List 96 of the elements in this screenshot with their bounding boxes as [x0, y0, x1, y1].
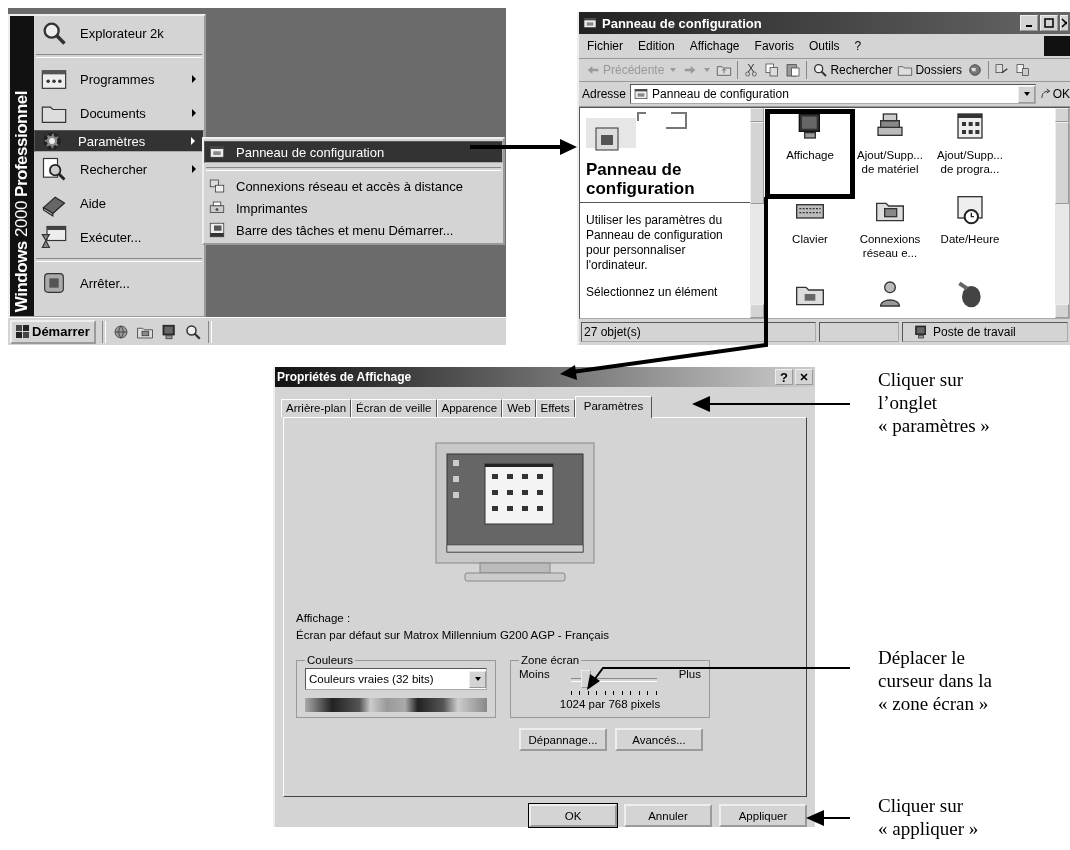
menu-item[interactable]: Aide [34, 186, 204, 220]
copy-to-icon[interactable] [1015, 62, 1032, 78]
caret-icon [473, 675, 482, 683]
control-panel-item[interactable]: Ajout/Supp... de matériel [850, 110, 930, 194]
window-title: Propriétés de Affichage [277, 370, 413, 384]
slider-min-label: Moins [519, 668, 550, 680]
search-icon [40, 155, 68, 183]
menu-item[interactable]: ? [854, 39, 862, 53]
close-icon [799, 372, 809, 382]
control-panel-item[interactable]: Affichage [770, 110, 850, 194]
sidebar-heading: Panneau de configuration [586, 160, 696, 198]
window-icon [582, 15, 598, 31]
menu-item[interactable]: Outils [808, 39, 840, 53]
menu-item[interactable]: Panneau de configuration [204, 141, 503, 163]
scissors-icon[interactable] [743, 62, 760, 78]
sidebar-text: Sélectionnez un élément [586, 285, 719, 300]
window-icon [40, 223, 68, 251]
scrollbar[interactable] [1055, 108, 1069, 318]
dropdown-button[interactable] [469, 670, 486, 688]
taskbar-icon [208, 221, 226, 239]
display-label: Affichage : [296, 611, 352, 626]
window-title: Panneau de configuration [602, 15, 763, 31]
paste-icon[interactable] [785, 62, 802, 78]
maximize-icon [1044, 18, 1054, 28]
scrollbar[interactable] [750, 108, 764, 318]
instruction-text: Cliquer sur l’onglet « paramètres » [878, 368, 991, 437]
group-label: Zone écran [520, 654, 581, 666]
menu-item[interactable]: Explorateur 2k [34, 16, 204, 50]
address-label: Adresse [582, 87, 627, 101]
menu-banner: Windows 2000 Professionnel [10, 16, 34, 316]
menu-item[interactable]: Paramètres [34, 130, 204, 152]
minimize-button[interactable] [1020, 15, 1038, 31]
computer-icon [913, 324, 929, 340]
dialog-button[interactable]: Avancés... [615, 728, 703, 751]
start-button[interactable]: Démarrer [10, 319, 96, 344]
menu-item[interactable]: Affichage [689, 39, 740, 53]
menu-item[interactable]: Fichier [587, 39, 623, 53]
menu-item[interactable]: Documents [34, 96, 204, 130]
menu-item[interactable]: Exécuter... [34, 220, 204, 254]
magnifier-icon [812, 62, 829, 78]
slider-max-label: Plus [678, 668, 701, 680]
search-button[interactable]: Rechercher [812, 62, 893, 78]
close-icon [1061, 18, 1067, 28]
control-panel-item[interactable]: Ajout/Supp... de progra... [930, 110, 1010, 194]
menu-item[interactable]: Edition [638, 39, 675, 53]
menu-item[interactable]: Connexions réseau et accès à distance [204, 175, 503, 197]
minimize-icon [1026, 25, 1032, 27]
help-button[interactable]: ? [775, 369, 793, 385]
window-icon [208, 143, 226, 161]
instruction-text: Déplacer le curseur dans la « zone écran » [878, 646, 993, 715]
dropdown-button[interactable] [1018, 85, 1035, 103]
network-icon [208, 177, 226, 195]
window-icon [633, 86, 650, 102]
dialog-button[interactable]: Annuler [624, 804, 712, 827]
close-button[interactable] [1060, 15, 1068, 31]
window-icon [954, 110, 986, 142]
arrow [806, 810, 851, 826]
status-text: 27 objet(s) [581, 322, 816, 342]
menu-item[interactable]: Arrêter... [34, 266, 204, 300]
copy-icon[interactable] [764, 62, 781, 78]
globe-icon[interactable] [111, 322, 130, 341]
folders-button[interactable]: Dossiers [897, 62, 963, 78]
menu-item[interactable]: Rechercher [34, 152, 204, 186]
go-button[interactable]: OK [1040, 87, 1070, 101]
menu-item[interactable]: Barre des tâches et menu Démarrer... [204, 219, 503, 241]
resolution-text: 1024 par 768 pixels [558, 698, 662, 710]
sidebar-text: Utiliser les paramètres du Panneau de configuration pour personnaliser l'ordinateur. [586, 213, 724, 273]
close-button[interactable] [795, 369, 813, 385]
calendar-clock-icon [954, 194, 986, 226]
group-label: Couleurs [306, 654, 355, 666]
address-field[interactable]: Panneau de configuration [630, 84, 1036, 104]
menu-item[interactable]: Imprimantes [204, 197, 503, 219]
menu-item[interactable]: Programmes [34, 62, 204, 96]
instruction-text: Cliquer sur « appliquer » [878, 794, 980, 840]
tab[interactable]: Écran de veille [351, 399, 437, 417]
dialog-button[interactable]: Appliquer [719, 804, 807, 827]
dialog-button[interactable]: Dépannage... [519, 728, 607, 751]
control-panel-item[interactable]: Clavier [770, 194, 850, 278]
tab[interactable]: Paramètres [574, 396, 653, 418]
display-value: Écran par défaut sur Matrox Millennium G200 AGP - Français [296, 628, 610, 643]
magnifier-icon[interactable] [183, 322, 202, 341]
go-arrow-icon [1040, 88, 1052, 100]
dialog-button[interactable]: OK [529, 804, 617, 827]
colors-dropdown[interactable]: Couleurs vraies (32 bits) [305, 668, 487, 690]
monitor-icon[interactable] [159, 322, 178, 341]
maximize-button[interactable] [1040, 15, 1058, 31]
tab[interactable]: Web [502, 399, 536, 417]
control-panel-item[interactable]: Date/Heure [930, 194, 1010, 278]
tab[interactable]: Arrière-plan [281, 399, 352, 417]
tab[interactable]: Apparence [436, 399, 503, 417]
globe-icon[interactable] [967, 62, 984, 78]
status-text: Poste de travail [902, 322, 1068, 342]
caret-icon [1022, 90, 1031, 98]
tab[interactable]: Effets [535, 399, 575, 417]
menu-item[interactable]: Favoris [754, 39, 794, 53]
control-panel-item[interactable]: Connexions réseau e... [850, 194, 930, 278]
